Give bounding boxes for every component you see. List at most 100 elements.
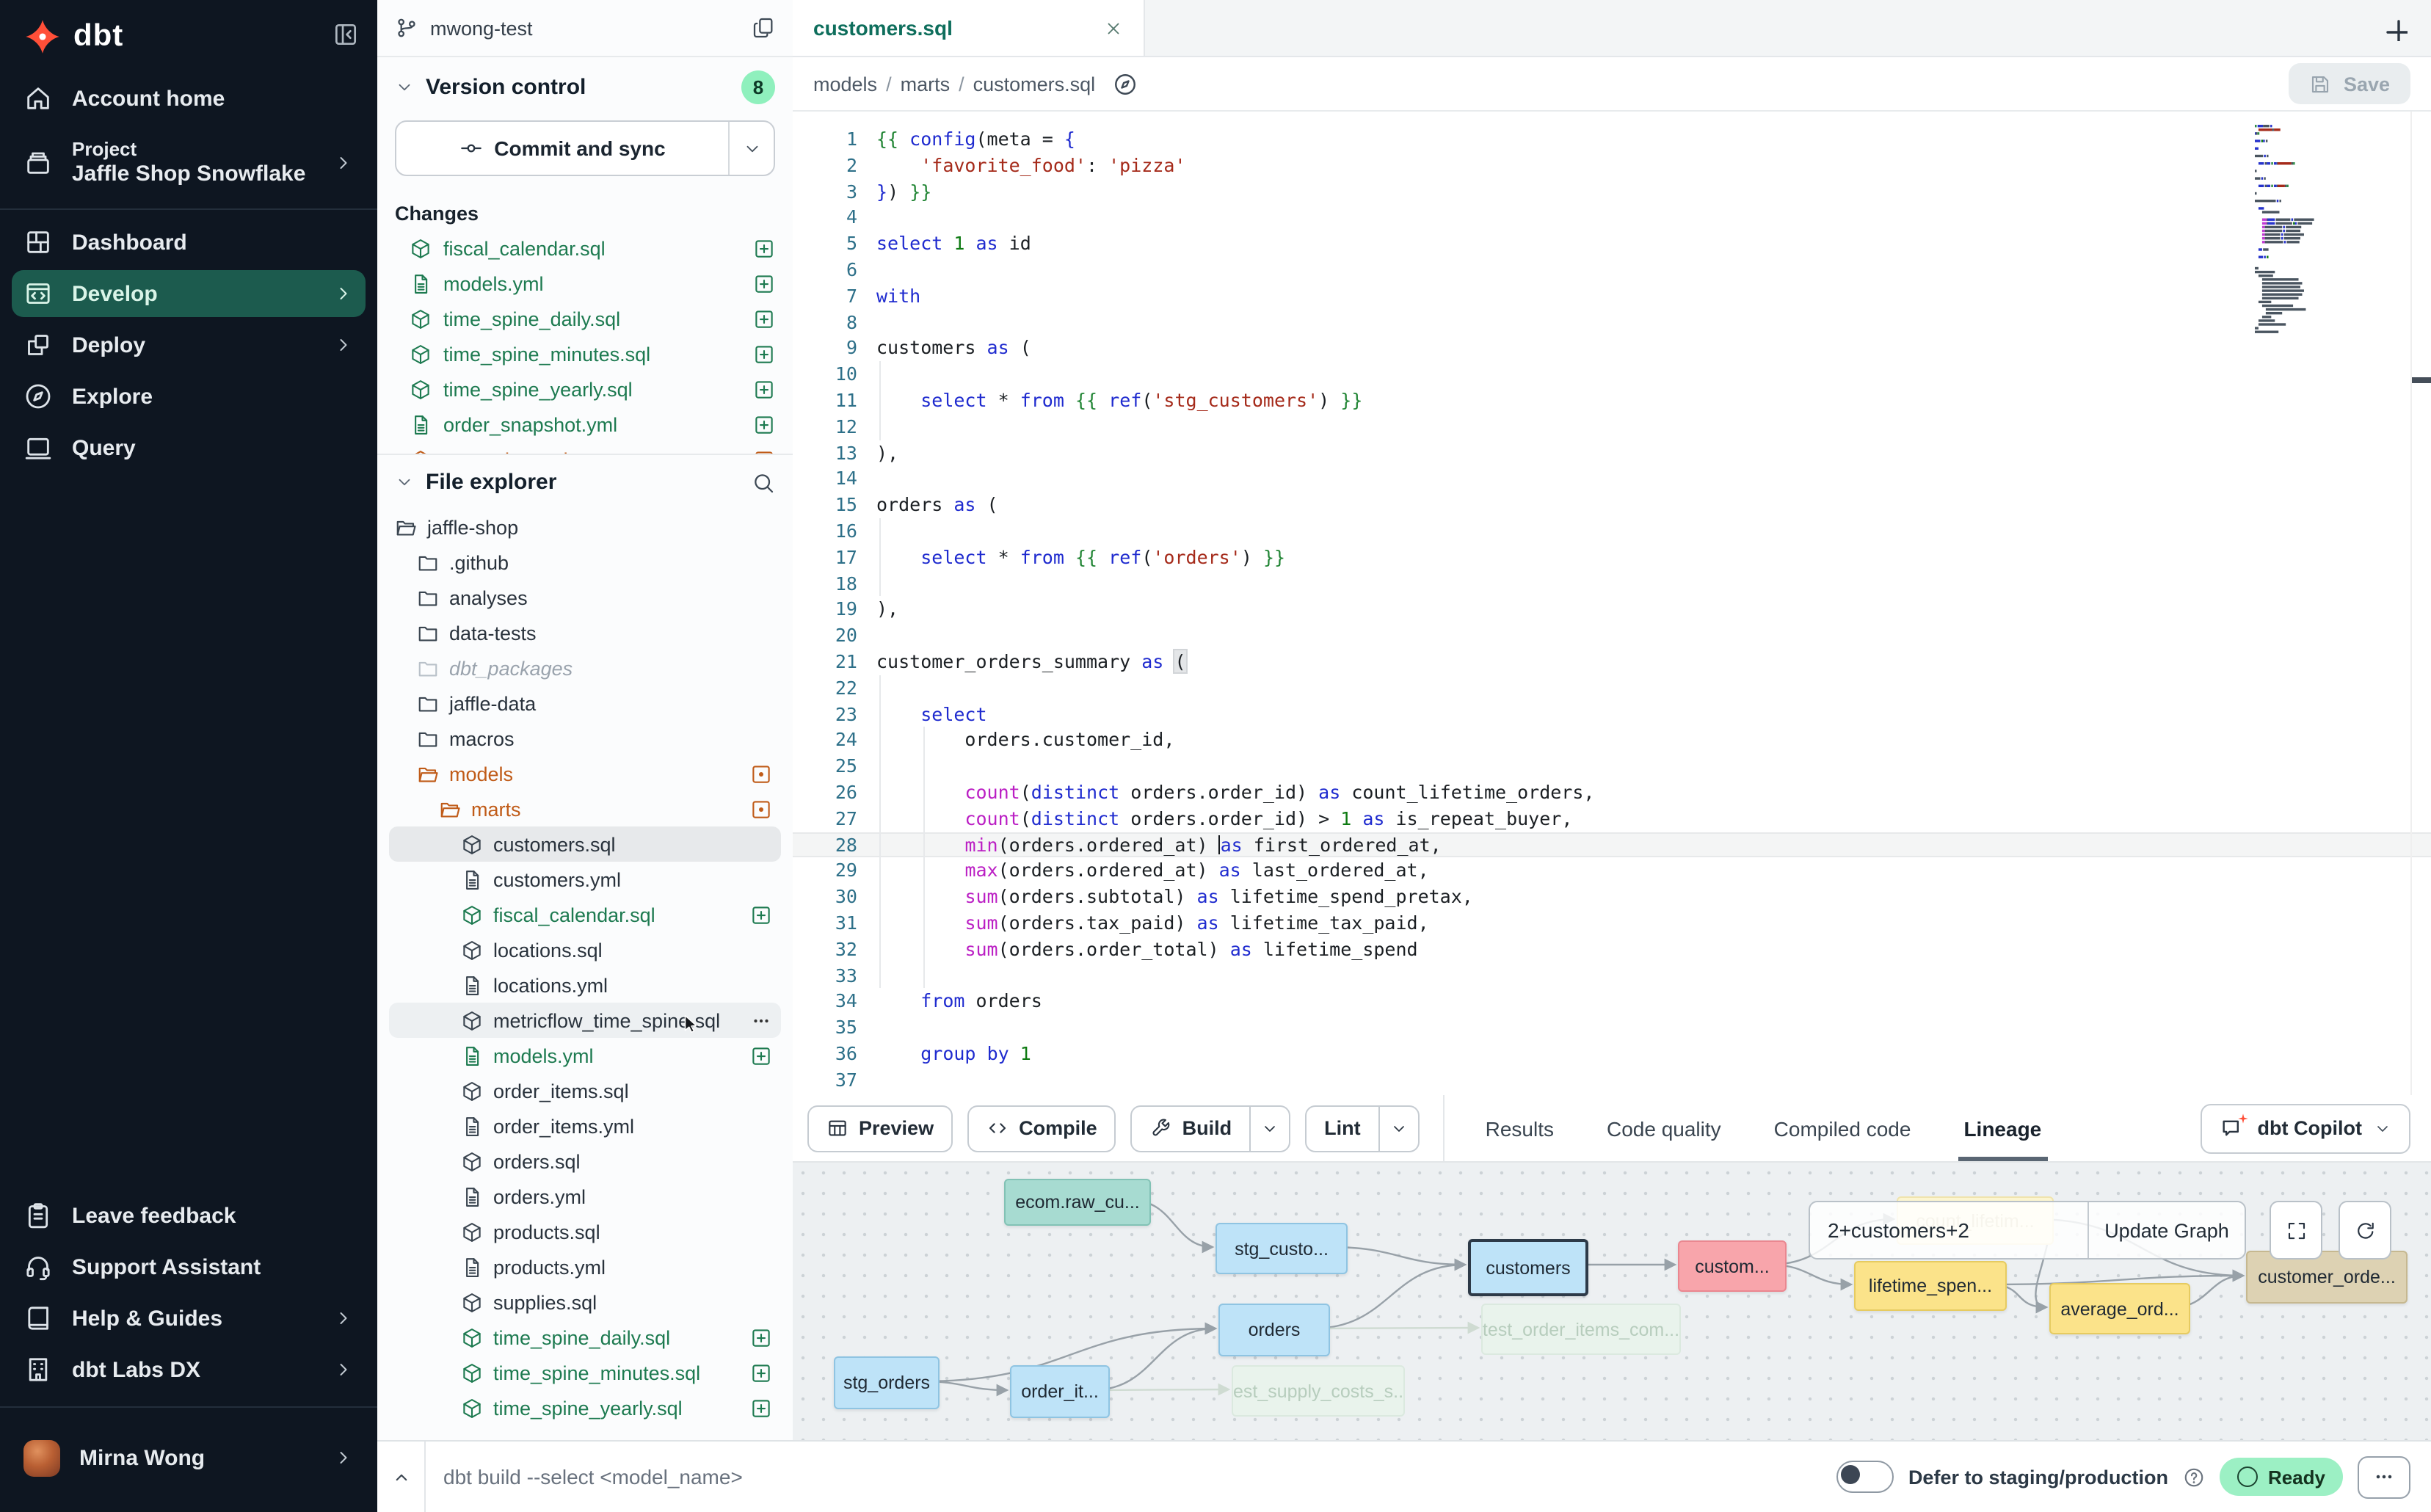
- version-control-header[interactable]: Version control 8: [377, 57, 793, 115]
- tree-item-.github[interactable]: .github: [389, 545, 781, 580]
- tree-item-jaffle-data[interactable]: jaffle-data: [389, 686, 781, 721]
- breadcrumb-models[interactable]: models: [813, 73, 877, 95]
- code-line-29[interactable]: 29 max(orders.ordered_at) as last_ordere…: [793, 858, 2431, 884]
- explore-compass-icon[interactable]: [1113, 71, 1138, 96]
- breadcrumb-marts[interactable]: marts: [901, 73, 951, 95]
- copy-icon[interactable]: [752, 16, 775, 40]
- tree-item-analyses[interactable]: analyses: [389, 580, 781, 615]
- defer-toggle[interactable]: [1836, 1461, 1894, 1493]
- code-line-30[interactable]: 30 sum(orders.subtotal) as lifetime_spen…: [793, 884, 2431, 910]
- code-line-14[interactable]: 14: [793, 466, 2431, 493]
- code-line-9[interactable]: 9customers as (: [793, 335, 2431, 362]
- code-line-19[interactable]: 19),: [793, 597, 2431, 623]
- tree-item-locations.sql[interactable]: locations.sql: [389, 932, 781, 967]
- tree-item-locations.yml[interactable]: locations.yml: [389, 967, 781, 1003]
- code-line-33[interactable]: 33: [793, 962, 2431, 989]
- lint-button[interactable]: Lint: [1305, 1105, 1420, 1152]
- update-graph-button[interactable]: Update Graph: [2089, 1202, 2245, 1258]
- code-line-22[interactable]: 22: [793, 675, 2431, 701]
- compile-button[interactable]: Compile: [967, 1105, 1116, 1152]
- tree-item-marts[interactable]: marts: [389, 791, 781, 826]
- sidebar-item-query[interactable]: Query: [12, 424, 366, 471]
- panel-tab-compiled-code[interactable]: Compiled code: [1774, 1095, 1911, 1161]
- tree-item-time_spine_minutes.sql[interactable]: time_spine_minutes.sql: [389, 1355, 781, 1390]
- panel-tab-code-quality[interactable]: Code quality: [1607, 1095, 1721, 1161]
- code-line-3[interactable]: 3}) }}: [793, 178, 2431, 205]
- code-line-12[interactable]: 12: [793, 414, 2431, 440]
- code-line-34[interactable]: 34 from orders: [793, 989, 2431, 1015]
- code-line-24[interactable]: 24 orders.customer_id,: [793, 727, 2431, 754]
- tree-item-orders.sql[interactable]: orders.sql: [389, 1144, 781, 1179]
- help-question-icon[interactable]: [2183, 1466, 2205, 1488]
- tree-item-models[interactable]: models: [389, 756, 781, 791]
- tree-item-order_items.sql[interactable]: order_items.sql: [389, 1073, 781, 1108]
- new-tab-icon[interactable]: [2381, 15, 2408, 41]
- panel-tab-results[interactable]: Results: [1486, 1095, 1554, 1161]
- code-line-28[interactable]: 28 min(orders.ordered_at) as first_order…: [793, 832, 2431, 858]
- code-line-11[interactable]: 11 select * from {{ ref('stg_customers')…: [793, 388, 2431, 414]
- tab-customers-sql[interactable]: customers.sql: [793, 0, 1145, 56]
- fullscreen-button[interactable]: [2270, 1201, 2322, 1260]
- lineage-node-lifetime[interactable]: lifetime_spen...: [1854, 1261, 2007, 1311]
- code-line-23[interactable]: 23 select: [793, 701, 2431, 727]
- lineage-node-custom[interactable]: custom...: [1678, 1240, 1787, 1292]
- lineage-node-order_it[interactable]: order_it...: [1010, 1365, 1110, 1418]
- preview-button[interactable]: Preview: [807, 1105, 953, 1152]
- tree-item-jaffle-shop[interactable]: jaffle-shop: [389, 509, 781, 545]
- change-item[interactable]: order_snapshot.yml: [377, 407, 793, 442]
- build-button[interactable]: Build: [1131, 1105, 1291, 1152]
- tree-item-supplies.sql[interactable]: supplies.sql: [389, 1284, 781, 1320]
- code-line-4[interactable]: 4: [793, 205, 2431, 231]
- sidebar-item-account-home[interactable]: Account home: [12, 75, 366, 122]
- code-line-37[interactable]: 37: [793, 1066, 2431, 1093]
- minimap[interactable]: [2255, 120, 2408, 344]
- sidebar-item-explore[interactable]: Explore: [12, 373, 366, 420]
- code-editor[interactable]: 1{{ config(meta = {2 'favorite_food': 'p…: [793, 112, 2431, 1095]
- tree-item-order_items.yml[interactable]: order_items.yml: [389, 1108, 781, 1144]
- change-item[interactable]: time_spine_daily.sql: [377, 301, 793, 336]
- panel-tab-lineage[interactable]: Lineage: [1963, 1095, 2041, 1161]
- change-item[interactable]: fiscal_calendar.sql: [377, 230, 793, 266]
- editor-scrollbar-thumb[interactable]: [2412, 377, 2431, 383]
- collapse-sidebar-icon[interactable]: [332, 21, 360, 48]
- lineage-node-test_order[interactable]: test_order_items_com...: [1481, 1304, 1681, 1355]
- code-line-20[interactable]: 20: [793, 622, 2431, 649]
- tree-item-orders.yml[interactable]: orders.yml: [389, 1179, 781, 1214]
- lineage-node-average[interactable]: average_ord...: [2049, 1283, 2190, 1334]
- tree-item-fiscal_calendar.sql[interactable]: fiscal_calendar.sql: [389, 897, 781, 932]
- code-line-13[interactable]: 13),: [793, 440, 2431, 466]
- tree-item-macros[interactable]: macros: [389, 721, 781, 756]
- code-line-21[interactable]: 21customer_orders_summary as (: [793, 649, 2431, 675]
- code-line-15[interactable]: 15orders as (: [793, 492, 2431, 518]
- expand-command-bar-button[interactable]: [377, 1466, 424, 1488]
- code-line-2[interactable]: 2 'favorite_food': 'pizza': [793, 153, 2431, 179]
- code-line-6[interactable]: 6: [793, 257, 2431, 283]
- dots-icon[interactable]: [750, 1009, 772, 1031]
- code-line-1[interactable]: 1{{ config(meta = {: [793, 126, 2431, 153]
- lineage-search-input[interactable]: 2+customers+2: [1810, 1202, 2087, 1258]
- search-icon[interactable]: [752, 470, 775, 494]
- tree-item-time_spine_yearly.sql[interactable]: time_spine_yearly.sql: [389, 1390, 781, 1425]
- commit-dropdown-button[interactable]: [730, 122, 774, 175]
- code-line-10[interactable]: 10: [793, 361, 2431, 388]
- sidebar-item-project[interactable]: ProjectJaffle Shop Snowflake: [12, 126, 366, 200]
- commit-and-sync-button[interactable]: Commit and sync: [395, 120, 775, 176]
- lineage-node-stg_orders[interactable]: stg_orders: [834, 1356, 940, 1409]
- sidebar-item-dbt-labs-dx[interactable]: dbt Labs DX: [12, 1346, 366, 1393]
- code-line-35[interactable]: 35: [793, 1014, 2431, 1041]
- code-line-8[interactable]: 8: [793, 309, 2431, 335]
- lineage-node-ecom[interactable]: ecom.raw_cu...: [1004, 1179, 1151, 1226]
- sidebar-item-deploy[interactable]: Deploy: [12, 321, 366, 368]
- tree-item-metricflow_time_spine.sql[interactable]: metricflow_time_spine.sql: [389, 1003, 781, 1038]
- sidebar-item-develop[interactable]: Develop: [12, 270, 366, 317]
- file-explorer-header[interactable]: File explorer: [377, 454, 793, 506]
- tree-item-time_spine_daily.sql[interactable]: time_spine_daily.sql: [389, 1320, 781, 1355]
- user-menu[interactable]: Mirna Wong: [12, 1421, 366, 1494]
- lineage-node-test_supply[interactable]: test_supply_costs_s...: [1232, 1365, 1405, 1417]
- code-line-7[interactable]: 7with: [793, 283, 2431, 310]
- breadcrumb-file[interactable]: customers.sql: [973, 73, 1096, 95]
- code-line-36[interactable]: 36 group by 1: [793, 1041, 2431, 1067]
- code-line-5[interactable]: 5select 1 as id: [793, 230, 2431, 257]
- dbt-logo[interactable]: dbt: [0, 0, 377, 70]
- command-input[interactable]: dbt build --select <model_name>: [443, 1465, 743, 1489]
